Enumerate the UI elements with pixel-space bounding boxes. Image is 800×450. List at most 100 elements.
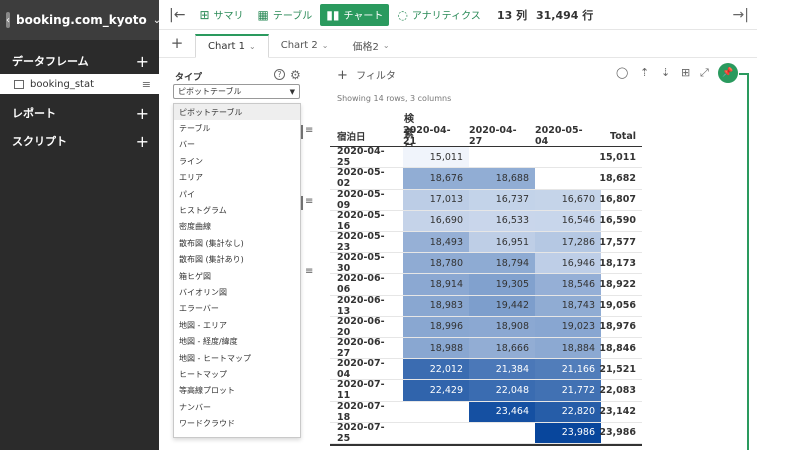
- table-row: 2020-07-11 22,429 22,048 21,772 22,083: [330, 379, 642, 402]
- collapse-left-icon[interactable]: |←: [169, 7, 185, 23]
- dropdown-item[interactable]: パイ: [174, 186, 300, 202]
- expand-icon[interactable]: ⤢: [700, 66, 709, 80]
- table-cell: 16,546: [535, 210, 601, 231]
- table-label: テーブル: [272, 11, 313, 22]
- add-report-icon[interactable]: +: [136, 104, 149, 123]
- table-cell: 16,670: [535, 189, 601, 210]
- table-button[interactable]: ▦ テーブル: [252, 4, 319, 26]
- back-icon[interactable]: ‹: [6, 12, 10, 28]
- table-cell: 18,688: [469, 168, 535, 189]
- tab-label: 価格2: [352, 41, 379, 53]
- dropdown-item[interactable]: ヒートマップ: [174, 366, 300, 382]
- add-dataframe-icon[interactable]: +: [136, 52, 149, 71]
- dropdown-item[interactable]: ライン: [174, 153, 300, 169]
- gear-icon[interactable]: ⚙: [290, 68, 301, 82]
- tab-label: Chart 1: [208, 41, 246, 52]
- collapse-right-icon[interactable]: →|: [733, 7, 749, 23]
- table-cell: 21,166: [535, 359, 601, 380]
- table-icon: ▦: [257, 7, 269, 22]
- table-cell: 23,986: [535, 422, 601, 443]
- dropdown-item[interactable]: 地図 - エリア: [174, 317, 300, 333]
- sidebar-section-scripts[interactable]: スクリプト +: [0, 128, 159, 154]
- table-cell: 16,737: [469, 189, 535, 210]
- menu-icon[interactable]: ≡: [142, 78, 151, 91]
- dropdown-item[interactable]: バイオリン図: [174, 284, 300, 300]
- comment-icon[interactable]: ◯: [616, 66, 628, 79]
- table-cell: 19,023: [535, 316, 601, 337]
- chart-button[interactable]: ▮▮ チャート: [320, 3, 390, 26]
- row-total-cell: 19,056: [599, 300, 636, 312]
- chart-type-select[interactable]: ピボットテーブル ▼: [173, 84, 300, 99]
- help-icon[interactable]: ?: [274, 69, 285, 80]
- table-row: 2020-07-04 22,012 21,384 21,166 21,521: [330, 358, 642, 381]
- menu-icon[interactable]: ≡: [305, 196, 313, 207]
- table-cell: 18,666: [469, 338, 535, 359]
- table-cell: 18,676: [403, 168, 469, 189]
- pin-connector: [747, 73, 749, 450]
- chevron-down-icon[interactable]: ⌄: [383, 41, 390, 50]
- row-label: 2020-06-13: [337, 294, 385, 317]
- row-total-cell: 16,590: [599, 215, 636, 227]
- dropdown-item[interactable]: 散布図 (集計あり): [174, 252, 300, 268]
- tab-chart-1[interactable]: Chart 1 ⌄: [195, 34, 269, 58]
- showing-summary: Showing 14 rows, 3 columns: [337, 94, 452, 103]
- table-cell: 18,780: [403, 253, 469, 274]
- menu-icon[interactable]: ≡: [305, 266, 313, 277]
- download-icon[interactable]: ⇣: [661, 66, 670, 79]
- dropdown-item[interactable]: 地図 - ヒートマップ: [174, 350, 300, 366]
- dropdown-item[interactable]: 散布図 (集計なし): [174, 235, 300, 251]
- row-header-label: 宿泊日: [337, 132, 366, 144]
- chevron-down-icon[interactable]: ⌄: [249, 42, 256, 51]
- dropdown-item[interactable]: テーブル: [174, 120, 300, 136]
- row-total-cell: 23,986: [599, 427, 636, 439]
- tab-chart-2[interactable]: Chart 2 ⌄: [269, 33, 341, 57]
- column-header[interactable]: 2020-04-21: [403, 125, 469, 147]
- dropdown-item[interactable]: 箱ヒゲ図: [174, 268, 300, 284]
- dropdown-item[interactable]: ヒストグラム: [174, 202, 300, 218]
- upload-icon[interactable]: ⇡: [640, 66, 649, 79]
- dropdown-item[interactable]: 地図 - 経度/緯度: [174, 333, 300, 349]
- row-label: 2020-07-25: [337, 421, 385, 444]
- table-cell: 18,743: [535, 295, 601, 316]
- add-tab-icon[interactable]: +: [159, 29, 195, 57]
- row-total-cell: 22,083: [599, 384, 636, 396]
- table-row: 2020-07-25 23,986 23,986: [330, 421, 642, 444]
- table-row: 2020-07-18 23,464 22,820 23,142: [330, 401, 642, 423]
- add-script-icon[interactable]: +: [136, 132, 149, 151]
- total-label: Total: [330, 446, 403, 450]
- dropdown-item[interactable]: 密度曲線: [174, 219, 300, 235]
- add-filter-button[interactable]: + フィルタ: [337, 67, 396, 83]
- summary-button[interactable]: ⊞ サマリ: [193, 4, 249, 26]
- chevron-down-icon[interactable]: ⌄: [322, 41, 329, 50]
- dropdown-item[interactable]: エラーバー: [174, 301, 300, 317]
- column-header[interactable]: 2020-05-04: [535, 125, 601, 147]
- row-total-cell: 23,142: [599, 406, 636, 418]
- dataframes-label: データフレーム: [12, 55, 89, 68]
- analytics-button[interactable]: ◌ アナリティクス: [391, 4, 486, 26]
- sidebar-section-dataframes[interactable]: データフレーム +: [0, 48, 159, 74]
- dropdown-item[interactable]: ナンバー: [174, 399, 300, 415]
- sidebar-item-dataframe[interactable]: booking_stat ≡: [0, 74, 159, 94]
- row-label: 2020-06-06: [337, 273, 385, 296]
- row-label: 2020-07-11: [337, 379, 385, 402]
- column-header[interactable]: Total: [601, 126, 642, 146]
- grid-icon[interactable]: ⊞: [681, 66, 690, 79]
- dropdown-item[interactable]: 等高線プロット: [174, 383, 300, 399]
- tab-price-2[interactable]: 価格2 ⌄: [340, 33, 401, 57]
- column-header[interactable]: 2020-04-27: [469, 125, 535, 147]
- caret-down-icon: ▼: [289, 87, 295, 96]
- pin-icon[interactable]: 📌: [718, 63, 738, 83]
- dropdown-item[interactable]: ピボットテーブル: [174, 104, 300, 121]
- project-header[interactable]: ‹ booking.com_kyoto ⌄: [0, 0, 161, 40]
- table-row: 2020-05-23 18,493 16,951 17,286 17,577: [330, 231, 642, 254]
- row-total-cell: 18,846: [599, 342, 636, 354]
- row-label: 2020-06-27: [337, 337, 385, 360]
- project-title: booking.com_kyoto: [16, 13, 147, 27]
- dropdown-item[interactable]: バー: [174, 137, 300, 153]
- dropdown-item[interactable]: ワードクラウド: [174, 415, 300, 431]
- menu-icon[interactable]: ≡: [305, 125, 313, 136]
- table-cell: [469, 147, 535, 167]
- sidebar-section-reports[interactable]: レポート +: [0, 100, 159, 126]
- dropdown-item[interactable]: エリア: [174, 170, 300, 186]
- row-label: 2020-06-20: [337, 315, 385, 338]
